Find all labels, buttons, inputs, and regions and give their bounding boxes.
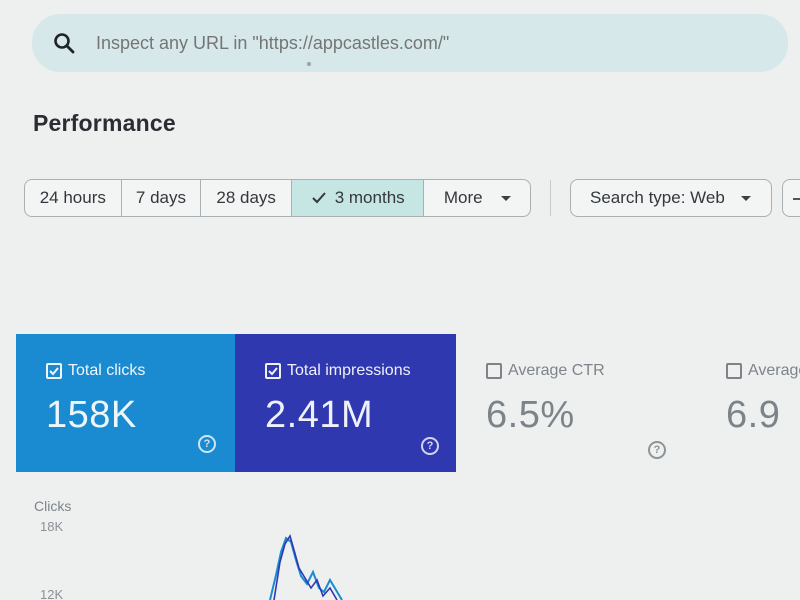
search-type-dropdown[interactable]: Search type: Web (570, 179, 772, 217)
range-more-button[interactable]: More (424, 180, 530, 216)
page-title: Performance (33, 110, 176, 136)
performance-page: Performance 24 hours 7 days 28 days 3 mo… (0, 0, 800, 600)
metric-label: Average p (748, 362, 800, 379)
metric-value: 6.9 (726, 394, 781, 436)
help-icon[interactable]: ? (421, 437, 439, 455)
help-icon[interactable]: ? (648, 441, 666, 459)
decorative-dot (307, 62, 311, 66)
range-label: 3 months (334, 188, 405, 207)
checkbox-unchecked-icon[interactable] (726, 363, 742, 379)
help-icon[interactable]: ? (198, 435, 216, 453)
dropdown-caret-icon (500, 195, 511, 201)
checkbox-checked-icon[interactable] (46, 363, 62, 379)
average-position-card[interactable]: Average p 6.9 (696, 334, 800, 472)
total-clicks-card[interactable]: Total clicks 158K ? (16, 334, 236, 472)
range-label: 28 days (216, 188, 276, 207)
metric-value: 158K (46, 394, 137, 436)
search-icon[interactable] (52, 31, 76, 55)
metric-label: Total impressions (287, 362, 411, 379)
range-7-days-button[interactable]: 7 days (122, 180, 202, 216)
range-28-days-button[interactable]: 28 days (201, 180, 292, 216)
range-label: More (443, 188, 483, 207)
checkbox-checked-icon[interactable] (265, 363, 281, 379)
metric-value: 6.5% (486, 394, 575, 436)
total-impressions-card[interactable]: Total impressions 2.41M ? (235, 334, 456, 472)
toolbar-divider (550, 180, 551, 216)
date-range-selector: 24 hours 7 days 28 days 3 months More (24, 179, 531, 217)
url-inspection-input[interactable] (96, 32, 736, 54)
range-24-hours-button[interactable]: 24 hours (25, 180, 122, 216)
range-3-months-button[interactable]: 3 months (291, 180, 425, 216)
minus-icon (793, 198, 800, 200)
add-filter-button[interactable] (782, 179, 800, 217)
dropdown-caret-icon (740, 195, 751, 201)
metric-label: Total clicks (68, 362, 146, 379)
metric-value: 2.41M (265, 394, 374, 436)
checkmark-icon (312, 192, 326, 204)
search-type-label: Search type: Web (590, 188, 725, 207)
checkbox-unchecked-icon[interactable] (486, 363, 502, 379)
average-ctr-card[interactable]: Average CTR 6.5% ? (456, 334, 696, 472)
performance-chart[interactable] (0, 480, 800, 600)
metric-label: Average CTR (508, 362, 605, 379)
range-label: 7 days (135, 188, 187, 207)
url-inspection-bar[interactable] (32, 14, 788, 72)
range-label: 24 hours (39, 188, 106, 207)
